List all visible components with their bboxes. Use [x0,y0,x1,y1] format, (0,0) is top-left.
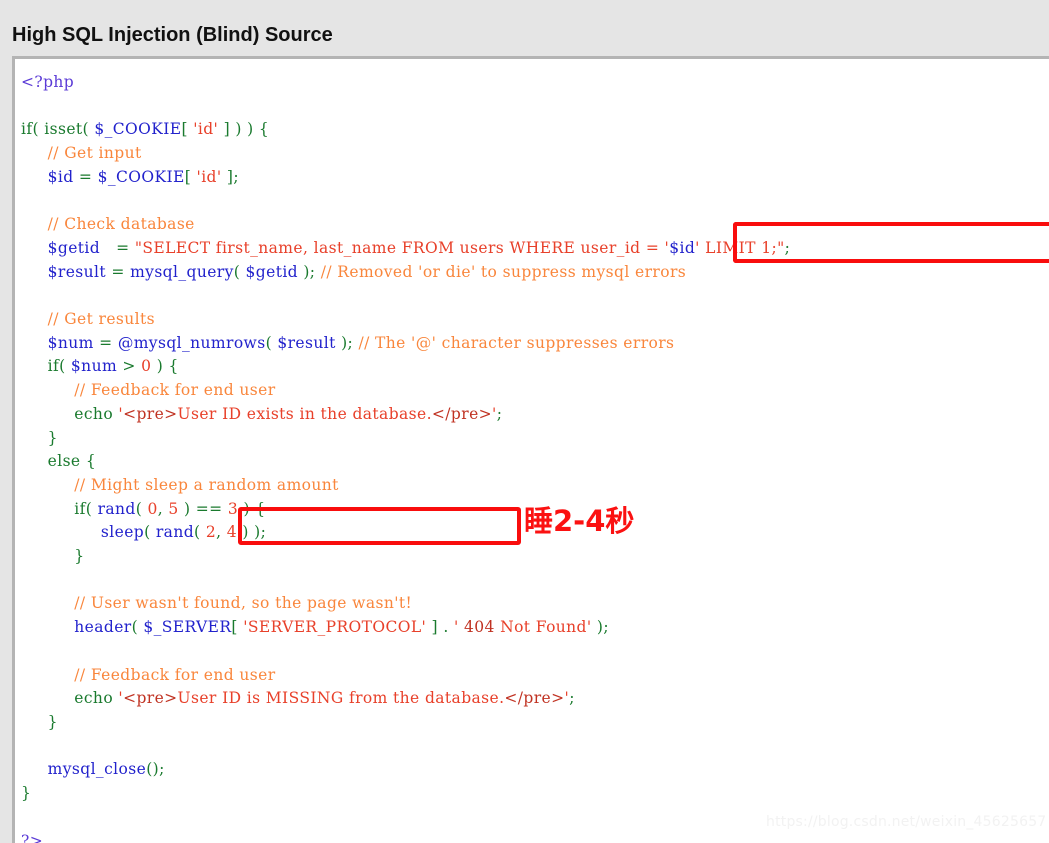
str-server-protocol: 'SERVER_PROTOCOL' [243,618,427,637]
str-404: ' [453,618,464,637]
fn-mysql-query: mysql_query [130,262,234,281]
var-cookie-superglobal: $_COOKIE [94,120,182,139]
var-server-superglobal: $_SERVER [143,618,232,637]
comment-feedback-2: // Feedback for end user [74,665,276,684]
fn-rand-inner: rand [155,523,195,542]
page-root: High SQL Injection (Blind) Source <?php … [0,0,1049,843]
annotation-sleep-note: 睡2-4秒 [524,504,635,538]
str-sql-query: "SELECT first_name, last_name FROM users… [134,238,670,257]
fn-header: header [74,618,132,637]
php-open-tag: <?php [21,73,75,91]
kw-else: else [47,452,81,471]
num-zero: 0 [141,357,152,376]
fn-mysql-close: mysql_close [47,760,147,779]
var-id-interpolated: $id [669,238,696,257]
php-close-tag: ?> [21,831,44,843]
kw-if-num: if( [47,357,66,376]
comment-feedback-1: // Feedback for end user [74,381,276,400]
comment-get-input: // Get input [47,144,142,163]
comment-might-sleep: // Might sleep a random amount [74,475,339,494]
kw-if-rand: if( [74,499,93,518]
kw-echo-1: echo [74,404,114,423]
comment-check-database: // Check database [47,215,195,234]
comment-user-not-found: // User wasn't found, so the page wasn't… [74,594,413,613]
fn-isset: isset( [44,120,89,139]
str-id-key: 'id' [193,120,219,139]
fn-sleep: sleep [100,523,145,542]
kw-if: if( [21,120,39,139]
comment-removed-or-die: // Removed 'or die' to suppress mysql er… [320,262,687,281]
comment-at-suppresses: // The '@' character suppresses errors [358,333,675,352]
var-result: $result [47,262,107,281]
var-num: $num [47,333,94,352]
var-getid: $getid [47,238,101,257]
csdn-watermark: https://blog.csdn.net/weixin_45625657 [766,814,1047,830]
php-source-code: <?php if( isset( $_COOKIE[ 'id' ] ) ) { … [15,59,1049,843]
var-id: $id [47,167,74,186]
comment-get-results: // Get results [47,310,155,329]
kw-echo-2: echo [74,689,114,708]
page-title: High SQL Injection (Blind) Source [12,24,333,47]
fn-mysql-numrows: @mysql_numrows [117,333,266,352]
fn-rand-outer: rand [97,499,136,518]
source-code-panel: <?php if( isset( $_COOKIE[ 'id' ] ) ) { … [12,56,1049,843]
